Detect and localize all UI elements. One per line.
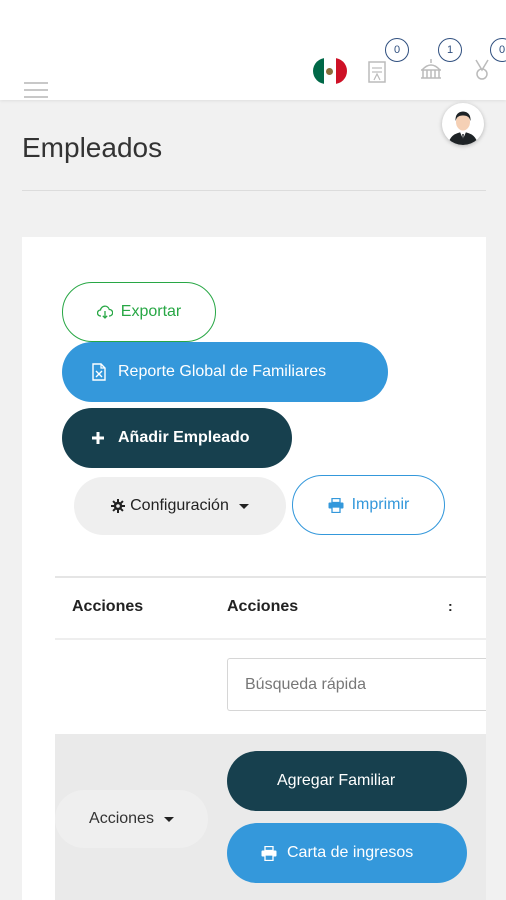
notification-badge[interactable]: 0	[385, 38, 409, 62]
print-button[interactable]: Imprimir	[292, 475, 445, 535]
mexico-flag-icon[interactable]	[313, 58, 347, 84]
excel-file-icon	[92, 363, 106, 381]
top-navbar: 0 1 0	[0, 0, 506, 100]
caret-down-icon	[238, 503, 249, 509]
table-row: Acciones Agregar Familiar Carta de ingre…	[55, 734, 486, 900]
employees-table: Acciones Acciones : Acciones Agregar Fam…	[55, 576, 486, 900]
notification-badge[interactable]: 1	[438, 38, 462, 62]
award-icon[interactable]	[470, 58, 494, 82]
income-letter-label: Carta de ingresos	[287, 844, 414, 861]
global-family-report-button[interactable]: Reporte Global de Familiares	[62, 342, 388, 402]
document-icon[interactable]	[366, 60, 390, 84]
export-label: Exportar	[120, 303, 182, 320]
add-family-label: Agregar Familiar	[277, 772, 396, 789]
add-family-button[interactable]: Agregar Familiar	[227, 751, 467, 811]
caret-down-icon	[163, 816, 174, 822]
user-avatar[interactable]	[442, 103, 484, 145]
print-icon	[261, 845, 277, 861]
table-header: Acciones Acciones :	[55, 576, 486, 640]
hamburger-menu-icon[interactable]	[24, 82, 48, 100]
row-actions-dropdown[interactable]: Acciones	[55, 790, 208, 848]
row-actions-label: Acciones	[89, 810, 154, 827]
employees-card: Exportar Reporte Global de Familiares Añ…	[22, 237, 486, 900]
plus-icon	[92, 432, 104, 444]
cloud-download-icon	[96, 305, 113, 319]
column-header[interactable]: :	[448, 598, 453, 614]
column-header[interactable]: Acciones	[72, 598, 143, 616]
print-label: Imprimir	[351, 496, 410, 513]
quick-search-input[interactable]	[227, 658, 486, 711]
configuration-dropdown[interactable]: Configuración	[74, 477, 286, 535]
export-button[interactable]: Exportar	[62, 282, 216, 342]
printer-icon	[328, 497, 344, 513]
add-employee-label: Añadir Empleado	[118, 429, 250, 446]
income-letter-button[interactable]: Carta de ingresos	[227, 823, 467, 883]
column-header[interactable]: Acciones	[227, 598, 298, 616]
gear-icon	[111, 499, 126, 513]
building-icon[interactable]	[418, 58, 442, 82]
add-employee-button[interactable]: Añadir Empleado	[62, 408, 292, 468]
page-title: Empleados	[22, 132, 163, 163]
configuration-label: Configuración	[130, 497, 229, 514]
report-label: Reporte Global de Familiares	[118, 363, 327, 380]
title-divider	[22, 190, 486, 191]
